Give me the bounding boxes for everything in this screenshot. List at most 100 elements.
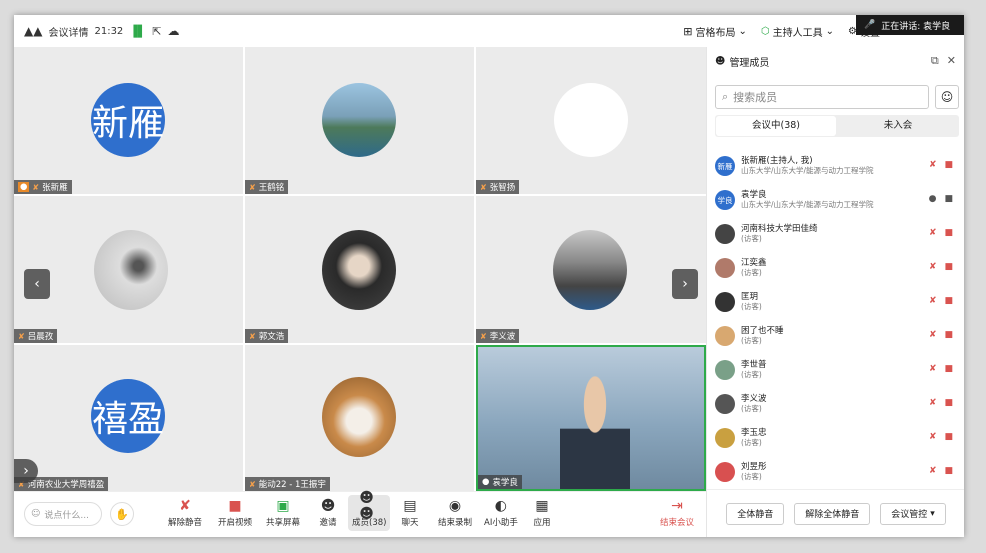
chat-input[interactable]: ☺ 说点什么... — [24, 502, 102, 526]
camera-off-icon[interactable]: ■ — [944, 160, 953, 170]
video-tile[interactable]: ✘ 王鹤铭 — [245, 47, 474, 194]
participant-label: ✘ 张智扬 — [476, 180, 520, 194]
avatar — [554, 83, 628, 157]
meeting-info-button[interactable]: 会议详情 — [48, 24, 88, 39]
participant-label: ✘ 吕晨孜 — [14, 329, 58, 343]
video-tile[interactable]: ✘ 能动22 - 1王振宇 — [245, 345, 474, 491]
member-subtitle: (访客) — [741, 404, 762, 413]
camera-off-icon[interactable]: ■ — [944, 364, 953, 374]
mic-icon: 🎤 — [864, 20, 876, 30]
participant-label: ● ✘ 张新雁 — [14, 180, 72, 194]
search-input[interactable]: ⌕ 搜索成员 — [715, 85, 929, 109]
unmute-button[interactable]: ✘ 解除静音 — [168, 498, 202, 528]
member-row[interactable]: 江奕鑫 (访客) ✘ ■ — [707, 251, 964, 285]
speaker-video — [560, 375, 630, 489]
member-list: 新雁 张新雁(主持人, 我) 山东大学/山东大学/能源与动力工程学院 ✘ ■ 学良 袁学良山… — [707, 149, 964, 489]
member-name: 李玉忠 — [741, 428, 767, 438]
member-row[interactable]: 困了也不睡 (访客) ✘ ■ — [707, 319, 964, 353]
tab-not-joined[interactable]: 未入会 — [838, 116, 958, 136]
member-subtitle: (访客) — [741, 438, 762, 447]
member-row[interactable]: 学良 袁学良 山东大学/山东大学/能源与动力工程学院 ● ■ — [707, 183, 964, 217]
video-tile[interactable]: ✘ 郭文浩 — [245, 196, 474, 343]
camera-off-icon[interactable]: ■ — [944, 466, 953, 476]
camera-on-icon[interactable]: ■ — [944, 194, 953, 204]
member-info: 刘昱彤 (访客) — [741, 462, 767, 482]
mic-muted-icon[interactable]: ✘ — [929, 160, 937, 170]
avatar — [94, 230, 168, 310]
member-name: 袁学良 — [741, 190, 767, 200]
member-status-icons: ✘ ■ — [929, 330, 953, 340]
share-screen-button[interactable]: ▣ 共享屏幕 — [266, 498, 300, 528]
expand-sidebar-button[interactable]: › — [14, 459, 38, 483]
shield-icon: ⬡ — [760, 25, 770, 37]
member-info: 李义波 (访客) — [741, 394, 767, 414]
mic-muted-icon[interactable]: ✘ — [929, 364, 937, 374]
member-row[interactable]: 刘昱彤 (访客) ✘ ■ — [707, 455, 964, 489]
video-tile[interactable]: ✘ 张智扬 — [476, 47, 706, 194]
video-tile[interactable]: 禧盈 ✘ 河南农业大学周禧盈 — [14, 345, 243, 491]
camera-off-icon[interactable]: ■ — [944, 296, 953, 306]
unmute-all-button[interactable]: 解除全体静音 — [794, 502, 871, 525]
chat-button[interactable]: ▤ 聊天 — [400, 498, 420, 528]
member-avatar — [715, 258, 735, 278]
member-row[interactable]: 匡玥 (访客) ✘ ■ — [707, 285, 964, 319]
bottom-toolbar: ☺ 说点什么... ✋ ✘ 解除静音 ■ 开启视频 ▣ 共享屏幕 ☻ 邀请 ☻☻… — [14, 490, 706, 537]
mute-all-button[interactable]: 全体静音 — [726, 502, 785, 525]
members-button[interactable]: ☻☻ 成员(38) — [348, 490, 391, 531]
mic-muted-icon[interactable]: ✘ — [929, 296, 937, 306]
ai-icon: ◐ — [494, 498, 508, 514]
raise-hand-button[interactable]: ✋ — [110, 502, 134, 526]
record-icon: ◉ — [448, 498, 462, 514]
panel-title: 管理成员 — [729, 57, 770, 69]
invite-button[interactable]: ☻ 邀请 — [318, 498, 338, 528]
video-tile[interactable]: ✘ 李义波 — [476, 196, 706, 343]
video-tile-active-speaker[interactable]: ● 袁学良 — [476, 345, 706, 491]
member-name: 江奕鑫 — [741, 258, 767, 268]
video-tile[interactable]: 新雁 ● ✘ 张新雁 — [14, 47, 243, 194]
avatar: 禧盈 — [91, 379, 165, 453]
camera-off-icon[interactable]: ■ — [944, 432, 953, 442]
member-status-icons: ✘ ■ — [929, 296, 953, 306]
mic-muted-icon: ✘ — [249, 182, 256, 192]
tab-in-meeting[interactable]: 会议中(38) — [716, 116, 836, 136]
member-row[interactable]: 李义波 (访客) ✘ ■ — [707, 387, 964, 421]
next-page-button[interactable]: › — [672, 269, 698, 299]
member-row[interactable]: 新雁 张新雁(主持人, 我) 山东大学/山东大学/能源与动力工程学院 ✘ ■ — [707, 149, 964, 183]
host-tools-button[interactable]: ⬡ 主持人工具 ⌄ — [761, 24, 834, 39]
end-meeting-button[interactable]: ⇥ 结束会议 — [660, 498, 694, 528]
apps-icon: ▦ — [535, 498, 549, 514]
member-subtitle: (访客) — [741, 268, 762, 277]
mic-muted-icon[interactable]: ✘ — [929, 262, 937, 272]
layout-button[interactable]: ⊞ 宫格布局 ⌄ — [683, 24, 747, 39]
close-icon[interactable]: ✕ — [947, 54, 956, 68]
member-row[interactable]: 李世普 (访客) ✘ ■ — [707, 353, 964, 387]
member-row[interactable]: 河南科技大学田佳绮 (访客) ✘ ■ — [707, 217, 964, 251]
camera-off-icon[interactable]: ■ — [944, 262, 953, 272]
prev-page-button[interactable]: ‹ — [24, 269, 50, 299]
emoji-icon: ☺ — [31, 509, 41, 519]
meeting-control-button[interactable]: 会议管控 ▾ — [880, 502, 946, 525]
mic-on-icon[interactable]: ● — [929, 194, 937, 204]
mic-muted-icon[interactable]: ✘ — [929, 432, 937, 442]
mic-muted-icon[interactable]: ✘ — [929, 330, 937, 340]
popout-icon[interactable]: ⧉ — [931, 54, 939, 68]
stop-recording-button[interactable]: ◉ 结束录制 — [438, 498, 472, 528]
member-row[interactable]: 李玉忠 (访客) ✘ ■ — [707, 421, 964, 455]
camera-off-icon[interactable]: ■ — [944, 398, 953, 408]
add-member-button[interactable]: ☺ — [935, 85, 959, 109]
member-tabs: 会议中(38) 未入会 — [715, 115, 959, 137]
mic-muted-icon[interactable]: ✘ — [929, 228, 937, 238]
mic-muted-icon: ✘ — [18, 331, 25, 341]
search-icon: ⌕ — [722, 90, 729, 103]
apps-button[interactable]: ▦ 应用 — [532, 498, 552, 528]
member-subtitle: 山东大学/山东大学/能源与动力工程学院 — [741, 200, 874, 209]
camera-off-icon[interactable]: ■ — [944, 330, 953, 340]
chevron-down-icon: ⌄ — [825, 25, 835, 37]
start-video-button[interactable]: ■ 开启视频 — [218, 498, 252, 528]
mic-muted-icon[interactable]: ✘ — [929, 466, 937, 476]
ai-assistant-button[interactable]: ◐ AI小助手 — [484, 498, 518, 528]
camera-off-icon[interactable]: ■ — [944, 228, 953, 238]
share-link-icon[interactable]: ⇱ — [152, 25, 161, 38]
mic-muted-icon[interactable]: ✘ — [929, 398, 937, 408]
panel-footer: 全体静音 解除全体静音 会议管控 ▾ — [707, 489, 964, 537]
